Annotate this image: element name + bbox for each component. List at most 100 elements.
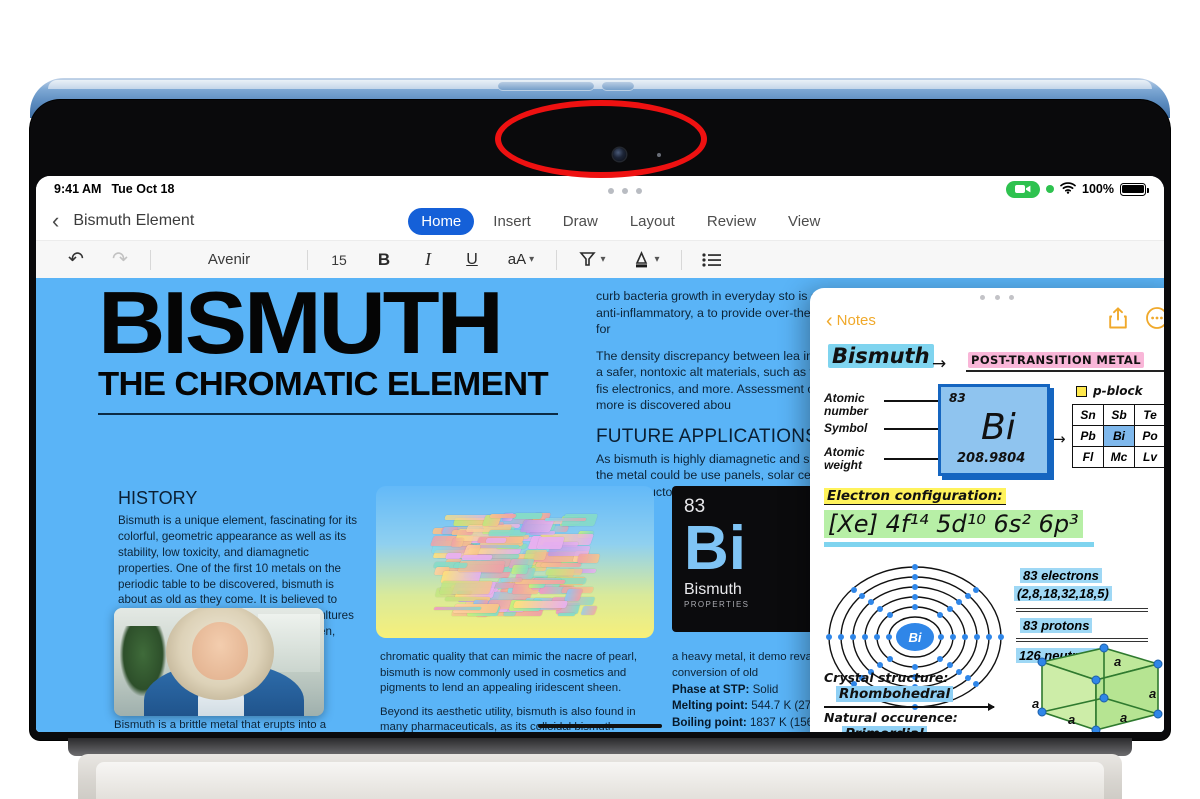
headline-block: BISMUTH THE CHROMATIC ELEMENT [98, 278, 598, 416]
element-card-subtitle: PROPERTIES [684, 599, 750, 609]
photo-caption: Bismuth is a brittle metal that erupts i… [114, 719, 327, 731]
cell-te: Te [1134, 404, 1164, 426]
font-format-button[interactable]: aA ▾ [494, 241, 548, 278]
property-label: Boiling point: [672, 715, 747, 729]
property-label: Melting point: [672, 699, 748, 713]
crystal-facet [513, 601, 569, 609]
share-icon[interactable] [1108, 307, 1128, 334]
crystal-facet [513, 513, 543, 520]
ipad-edge-highlight [48, 80, 1152, 89]
volume-up-button[interactable] [498, 82, 594, 91]
tab-view[interactable]: View [775, 208, 833, 235]
label-atomic-weight: Atomic weight [824, 445, 865, 473]
notes-actions [1108, 307, 1164, 334]
status-time: 9:41 AM [54, 182, 102, 196]
document-subheadline: THE CHROMATIC ELEMENT [98, 365, 549, 403]
crystal-facet [439, 580, 494, 594]
text-color-icon[interactable]: ▾ [619, 241, 673, 278]
bold-button[interactable]: B [362, 241, 406, 278]
document-headline: BISMUTH [98, 278, 504, 372]
facetime-video-overlay[interactable] [114, 608, 324, 716]
home-indicator[interactable] [538, 724, 662, 728]
front-camera-icon [613, 148, 626, 161]
note-rule [966, 370, 1164, 372]
arrow-to-cell-icon [824, 703, 995, 710]
font-size-field[interactable]: 15 [316, 241, 362, 278]
photo-person-face [192, 622, 248, 680]
arrow-to-table-icon: → [1053, 430, 1066, 448]
box-atomic-number: 83 [949, 391, 966, 405]
toolbar-divider [150, 249, 151, 270]
document-canvas[interactable]: BISMUTH THE CHROMATIC ELEMENT curb bacte… [36, 278, 1164, 732]
tab-insert[interactable]: Insert [480, 208, 544, 235]
tab-draw[interactable]: Draw [550, 208, 611, 235]
chevron-down-icon: ▾ [600, 254, 606, 265]
word-title-bar: ‹ Bismuth Element Home Insert Draw Layou… [36, 202, 1164, 240]
undo-arrow-icon[interactable]: ↶ [54, 241, 98, 278]
ipad-device: 9:41 AM Tue Oct 18 100% ‹ Bismuth Elemen… [8, 78, 1192, 758]
crystal-structure-value: Rhombohedral [836, 686, 954, 702]
stat-protons: 83 protons [1020, 618, 1093, 633]
chevron-left-icon: ‹ [826, 309, 833, 332]
leader-line [884, 458, 938, 460]
chevron-down-icon: ▾ [529, 254, 535, 265]
underline-button[interactable]: U [450, 241, 494, 278]
box-atomic-weight: 208.9804 [957, 451, 1026, 466]
note-title: Bismuth [828, 344, 934, 368]
notes-slide-over-panel[interactable]: ‹ Notes Bismuth → POST-TRANSITION METAL … [810, 288, 1164, 732]
rhombohedral-cell-diagram: a a a a a a [1032, 643, 1163, 732]
cell-mc: Mc [1103, 446, 1135, 468]
more-circle-icon[interactable] [1146, 307, 1164, 334]
toolbar-divider [556, 249, 557, 270]
notes-back-button[interactable]: ‹ Notes [826, 311, 876, 331]
status-bar-left: 9:41 AM Tue Oct 18 [54, 182, 174, 196]
cell-bi-highlighted: Bi [1103, 425, 1135, 447]
crystal-facet [544, 517, 586, 521]
status-bar: 9:41 AM Tue Oct 18 100% [36, 176, 1164, 202]
ambient-sensor-icon [657, 153, 661, 157]
tab-home[interactable]: Home [408, 207, 475, 235]
p-block-label: p-block [1093, 384, 1143, 398]
bismuth-crystal-image [376, 486, 654, 638]
stat-shells-label: (2,8,18,32,18,5) [1014, 586, 1112, 601]
highlighter-icon[interactable]: ▾ [565, 241, 619, 278]
leader-line [884, 400, 938, 402]
back-chevron-icon[interactable]: ‹ [52, 210, 59, 232]
p-block-key: p-block [1076, 384, 1143, 398]
volume-down-button[interactable] [602, 82, 634, 91]
notes-back-label: Notes [836, 312, 876, 329]
cell-lv: Lv [1134, 446, 1164, 468]
occurrence-label: Natural occurence: [824, 710, 958, 725]
battery-percent-label: 100% [1082, 182, 1114, 196]
cell-pb: Pb [1072, 425, 1104, 447]
cell-label-a: a [1120, 710, 1127, 725]
paragraph: chromatic quality that can mimic the nac… [380, 651, 638, 694]
document-title[interactable]: Bismuth Element [73, 212, 194, 230]
occurrence-value: Primordial [842, 726, 927, 732]
table-row: Sn Sb Te [1072, 404, 1164, 426]
tab-layout[interactable]: Layout [617, 208, 688, 235]
box-symbol: Bi [981, 407, 1016, 448]
mini-periodic-table: Sn Sb Te Pb Bi Po Fl Mc Lv [1072, 404, 1164, 468]
crystal-facet [544, 568, 583, 575]
bohr-center-label: Bi [909, 630, 922, 645]
crystal-facet [580, 606, 599, 616]
stat-shells: (2,8,18,32,18,5) [1014, 586, 1112, 601]
bulleted-list-icon[interactable] [690, 241, 734, 278]
tab-review[interactable]: Review [694, 208, 769, 235]
font-name-field[interactable]: Avenir [159, 241, 299, 278]
label-symbol: Symbol [824, 421, 868, 435]
notes-header: ‹ Notes [810, 301, 1164, 338]
crystal-facet [519, 519, 555, 533]
cell-fl: Fl [1072, 446, 1104, 468]
stat-electrons: 83 electrons [1020, 568, 1102, 583]
note-arrow-icon: → [932, 354, 947, 374]
redo-arrow-icon[interactable]: ↷ [98, 241, 142, 278]
element-name: Bismuth [684, 580, 742, 598]
middle-text-column: chromatic quality that can mimic the nac… [380, 650, 642, 732]
cell-label-a: a [1032, 696, 1039, 711]
property-value: Solid [752, 683, 779, 696]
notes-content[interactable]: Bismuth → POST-TRANSITION METAL Atomic n… [810, 338, 1164, 732]
table-row: Pb Bi Po [1072, 425, 1164, 447]
italic-button[interactable]: I [406, 241, 450, 278]
